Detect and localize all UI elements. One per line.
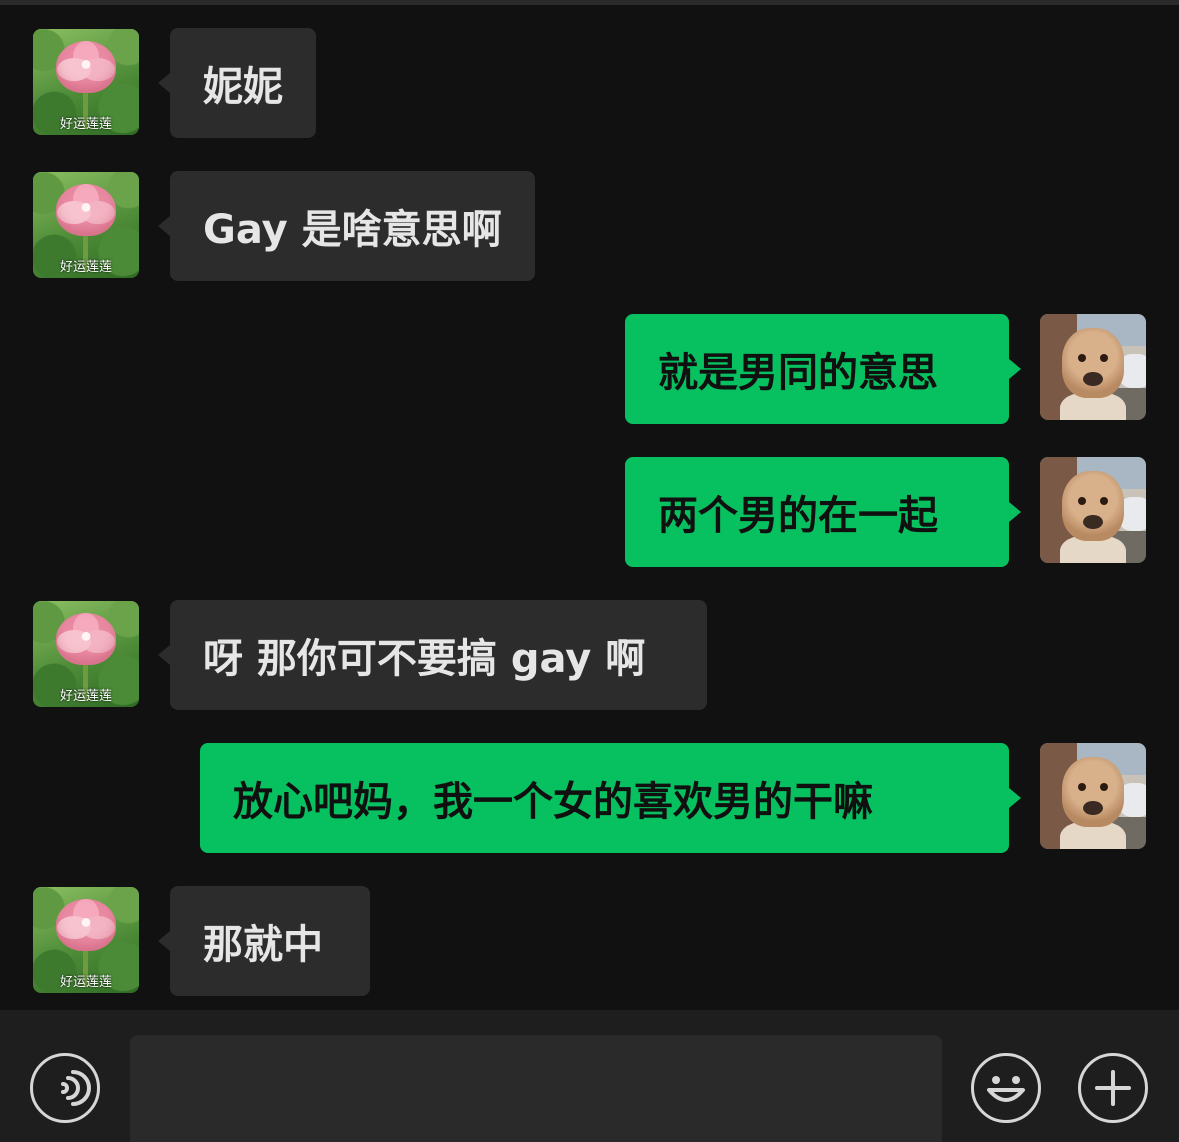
incoming-message-bubble[interactable]: Gay 是啥意思啊 bbox=[158, 171, 535, 281]
message-text: 那就中 bbox=[203, 922, 323, 968]
message-input[interactable] bbox=[130, 1035, 942, 1142]
incoming-message-bubble[interactable]: 妮妮 bbox=[158, 28, 316, 138]
contact-avatar[interactable]: 好运莲莲 bbox=[33, 29, 139, 135]
emoji-icon bbox=[987, 1076, 1025, 1102]
voice-button[interactable] bbox=[30, 1053, 100, 1123]
contact-avatar[interactable]: 好运莲莲 bbox=[33, 887, 139, 993]
contact-avatar[interactable]: 好运莲莲 bbox=[33, 601, 139, 707]
my-avatar[interactable] bbox=[1040, 314, 1146, 420]
message-text: Gay 是啥意思啊 bbox=[203, 207, 502, 253]
plus-icon bbox=[1095, 1070, 1131, 1106]
message-text: 就是男同的意思 bbox=[658, 350, 938, 396]
my-avatar[interactable] bbox=[1040, 457, 1146, 563]
outgoing-message-bubble[interactable]: 放心吧妈，我一个女的喜欢男的干嘛 bbox=[200, 743, 1021, 853]
contact-avatar[interactable]: 好运莲莲 bbox=[33, 172, 139, 278]
message-text: 呀 那你可不要搞 gay 啊 bbox=[203, 636, 646, 682]
incoming-message-bubble[interactable]: 呀 那你可不要搞 gay 啊 bbox=[158, 600, 707, 710]
outgoing-message-bubble[interactable]: 两个男的在一起 bbox=[625, 457, 1021, 567]
avatar-caption: 好运莲莲 bbox=[59, 260, 112, 275]
plus-button[interactable] bbox=[1078, 1053, 1148, 1123]
top-divider bbox=[0, 0, 1179, 5]
emoji-button[interactable] bbox=[971, 1053, 1041, 1123]
voice-icon bbox=[61, 1070, 91, 1106]
message-text: 放心吧妈，我一个女的喜欢男的干嘛 bbox=[233, 779, 873, 825]
avatar-caption: 好运莲莲 bbox=[59, 117, 112, 132]
my-avatar[interactable] bbox=[1040, 743, 1146, 849]
message-text: 妮妮 bbox=[203, 64, 283, 110]
avatar-caption: 好运莲莲 bbox=[59, 689, 112, 704]
message-text: 两个男的在一起 bbox=[658, 493, 938, 539]
avatar-caption: 好运莲莲 bbox=[59, 975, 112, 990]
outgoing-message-bubble[interactable]: 就是男同的意思 bbox=[625, 314, 1021, 424]
incoming-message-bubble[interactable]: 那就中 bbox=[158, 886, 370, 996]
